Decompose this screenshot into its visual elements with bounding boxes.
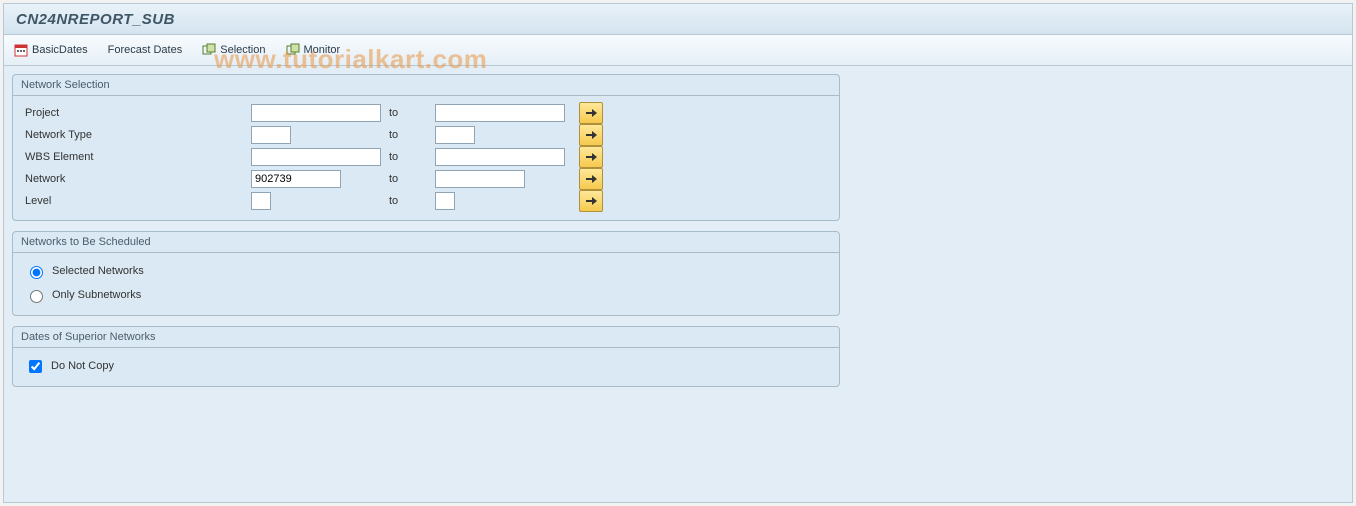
content-area: Network Selection Project to Network Typ… <box>4 66 1352 502</box>
row-only-subnetworks: Only Subnetworks <box>13 283 839 307</box>
page-title: CN24NREPORT_SUB <box>16 11 175 28</box>
wbs-multiselect-button[interactable] <box>579 146 603 168</box>
group-title-superior: Dates of Superior Networks <box>13 327 839 345</box>
to-label: to <box>387 151 429 163</box>
group-networks-scheduled: Networks to Be Scheduled Selected Networ… <box>12 231 840 316</box>
only-subnetworks-label: Only Subnetworks <box>52 289 141 301</box>
only-subnetworks-radio[interactable] <box>30 290 43 303</box>
basic-dates-label: BasicDates <box>32 44 88 56</box>
forecast-dates-button[interactable]: Forecast Dates <box>108 44 183 56</box>
label-wbs-element: WBS Element <box>21 151 245 163</box>
network-type-from-input[interactable] <box>251 126 291 144</box>
arrow-right-icon <box>585 130 597 140</box>
selected-networks-radio[interactable] <box>30 266 43 279</box>
network-type-to-input[interactable] <box>435 126 475 144</box>
row-level: Level to <box>13 190 839 212</box>
title-bar: CN24NREPORT_SUB <box>4 4 1352 35</box>
row-do-not-copy: Do Not Copy <box>13 354 839 378</box>
level-to-input[interactable] <box>435 192 455 210</box>
monitor-icon <box>286 43 300 57</box>
divider <box>13 95 839 96</box>
forecast-dates-label: Forecast Dates <box>108 44 183 56</box>
group-network-selection: Network Selection Project to Network Typ… <box>12 74 840 221</box>
wbs-to-input[interactable] <box>435 148 565 166</box>
to-label: to <box>387 173 429 185</box>
row-selected-networks: Selected Networks <box>13 259 839 283</box>
arrow-right-icon <box>585 152 597 162</box>
sap-window: CN24NREPORT_SUB BasicDates Forecast Date… <box>3 3 1353 503</box>
to-label: to <box>387 107 429 119</box>
row-project: Project to <box>13 102 839 124</box>
wbs-from-input[interactable] <box>251 148 381 166</box>
label-network-type: Network Type <box>21 129 245 141</box>
arrow-right-icon <box>585 174 597 184</box>
project-to-input[interactable] <box>435 104 565 122</box>
selection-label: Selection <box>220 44 265 56</box>
network-to-input[interactable] <box>435 170 525 188</box>
project-multiselect-button[interactable] <box>579 102 603 124</box>
network-from-input[interactable] <box>251 170 341 188</box>
divider <box>13 252 839 253</box>
do-not-copy-checkbox[interactable] <box>29 360 42 373</box>
to-label: to <box>387 195 429 207</box>
group-title-scheduled: Networks to Be Scheduled <box>13 232 839 250</box>
row-network: Network to <box>13 168 839 190</box>
row-wbs-element: WBS Element to <box>13 146 839 168</box>
selected-networks-label: Selected Networks <box>52 265 144 277</box>
label-network: Network <box>21 173 245 185</box>
application-toolbar: BasicDates Forecast Dates Selection Moni… <box>4 35 1352 66</box>
do-not-copy-label: Do Not Copy <box>51 360 114 372</box>
divider <box>13 347 839 348</box>
network-multiselect-button[interactable] <box>579 168 603 190</box>
to-label: to <box>387 129 429 141</box>
selection-icon <box>202 43 216 57</box>
monitor-label: Monitor <box>304 44 341 56</box>
calendar-icon <box>14 43 28 57</box>
level-multiselect-button[interactable] <box>579 190 603 212</box>
project-from-input[interactable] <box>251 104 381 122</box>
arrow-right-icon <box>585 108 597 118</box>
label-level: Level <box>21 195 245 207</box>
monitor-button[interactable]: Monitor <box>286 43 341 57</box>
arrow-right-icon <box>585 196 597 206</box>
row-network-type: Network Type to <box>13 124 839 146</box>
level-from-input[interactable] <box>251 192 271 210</box>
selection-button[interactable]: Selection <box>202 43 265 57</box>
label-project: Project <box>21 107 245 119</box>
network-type-multiselect-button[interactable] <box>579 124 603 146</box>
group-superior-dates: Dates of Superior Networks Do Not Copy <box>12 326 840 387</box>
basic-dates-button[interactable]: BasicDates <box>14 43 88 57</box>
group-title-network-selection: Network Selection <box>13 75 839 93</box>
